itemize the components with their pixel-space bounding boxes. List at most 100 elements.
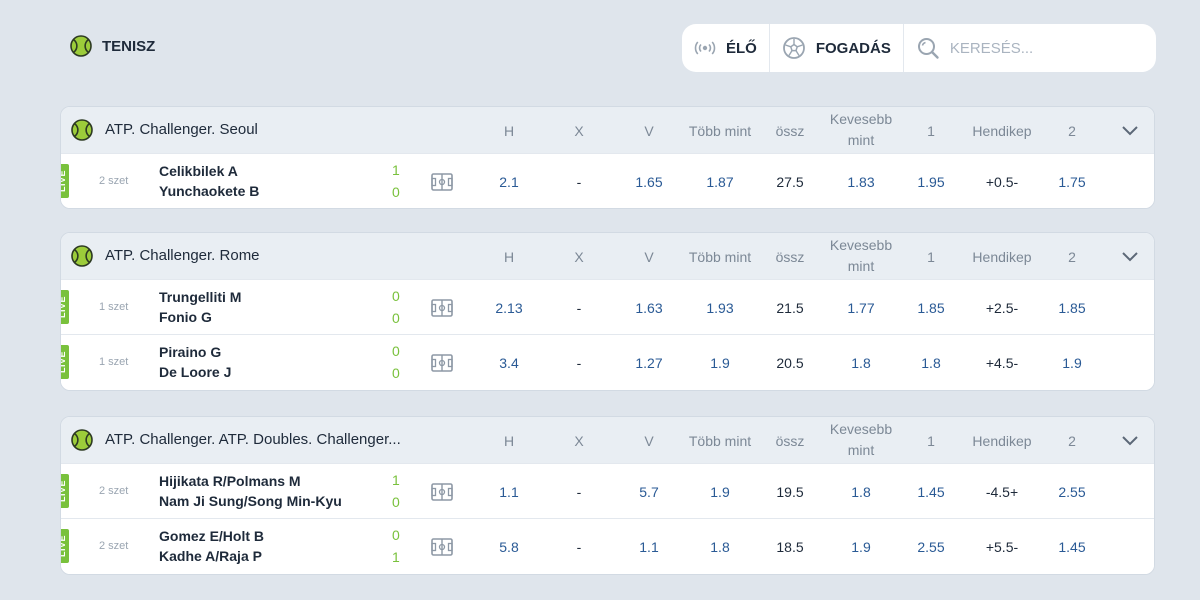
odds-cell[interactable]: 1.8: [685, 539, 755, 555]
column-header: X: [574, 433, 584, 449]
odds-cell[interactable]: 1.85: [1037, 300, 1107, 316]
team-name[interactable]: Gomez E/Holt B: [159, 528, 264, 544]
league-header[interactable]: ATP. Challenger. ATP. Doubles. Challenge…: [61, 417, 1154, 463]
odds-cell[interactable]: 5.8: [474, 539, 544, 555]
column-header: V: [644, 433, 654, 449]
bet-button[interactable]: FOGADÁS: [770, 24, 904, 72]
match-row[interactable]: LIVE 2 szet Gomez E/Holt B Kadhe A/Raja P 0 1…: [61, 518, 1154, 574]
field-icon[interactable]: [431, 354, 453, 372]
odds-cell[interactable]: 1.85: [896, 300, 966, 316]
team-name[interactable]: Hijikata R/Polmans M: [159, 473, 301, 489]
column-header: H: [503, 249, 515, 265]
odds-cell[interactable]: 1.8: [896, 355, 966, 371]
match-row[interactable]: LIVE 2 szet Hijikata R/Polmans M Nam Ji Sun…: [61, 463, 1154, 518]
odds-cell[interactable]: 1.9: [685, 355, 755, 371]
odds-cell[interactable]: 1.95: [896, 174, 966, 190]
column-header: Kevesebb mint: [829, 421, 893, 458]
odds-cell[interactable]: 2.13: [474, 300, 544, 316]
odds-cell[interactable]: 3.4: [474, 355, 544, 371]
odds-line: -: [576, 355, 582, 371]
search-input[interactable]: [949, 39, 1100, 57]
league-block: ATP. Challenger. Rome H X V Több mint össz Kev…: [60, 232, 1155, 391]
score: 0: [392, 184, 400, 200]
team-name[interactable]: Piraino G: [159, 344, 221, 360]
column-header: Hendikep: [972, 249, 1032, 265]
column-header: össz: [775, 433, 805, 449]
odds-line: 19.5: [776, 484, 804, 500]
chevron-down-icon[interactable]: [1121, 431, 1139, 449]
league-header[interactable]: ATP. Challenger. Seoul H X V Több mint össz Ke…: [61, 107, 1154, 153]
live-badge-label: LIVE: [60, 350, 67, 374]
odds-cell[interactable]: 1.9: [826, 539, 896, 555]
team-name[interactable]: Fonio G: [159, 309, 212, 325]
team-name[interactable]: Kadhe A/Raja P: [159, 548, 262, 564]
match-row[interactable]: LIVE 1 szet Piraino G De Loore J 0 0 3.4-1.27 1…: [61, 334, 1154, 390]
search-box[interactable]: [904, 24, 1156, 72]
odds-cell[interactable]: 1.75: [1037, 174, 1107, 190]
odds-cell[interactable]: 2.55: [896, 539, 966, 555]
column-header: 1: [927, 433, 935, 449]
column-header: X: [574, 123, 584, 139]
set-indicator: 1 szet: [99, 301, 129, 313]
field-icon[interactable]: [431, 483, 453, 501]
odds-line: -: [576, 174, 582, 190]
field-icon[interactable]: [431, 299, 453, 317]
chevron-down-icon[interactable]: [1121, 121, 1139, 139]
column-header: V: [644, 123, 654, 139]
team-name[interactable]: Nam Ji Sung/Song Min-Kyu: [159, 493, 342, 509]
tennis-ball-icon: [71, 245, 93, 267]
odds-line: +0.5-: [985, 174, 1019, 190]
column-header: Kevesebb mint: [829, 111, 893, 148]
header-controls: ÉLŐ FOGADÁS: [682, 24, 1156, 72]
odds-cell[interactable]: 1.9: [685, 484, 755, 500]
odds-line: -: [576, 539, 582, 555]
odds-cell[interactable]: 1.9: [1037, 355, 1107, 371]
odds-cell[interactable]: 1.93: [685, 300, 755, 316]
top-bar: TENISZ ÉLŐ FOGADÁS: [60, 22, 1156, 72]
league-header[interactable]: ATP. Challenger. Rome H X V Több mint össz Kev…: [61, 233, 1154, 279]
league-name: ATP. Challenger. Seoul: [105, 121, 258, 138]
score: 1: [392, 549, 400, 565]
odds-cell[interactable]: 1.8: [826, 355, 896, 371]
match-row[interactable]: LIVE 2 szet Celikbilek A Yunchaokete B 1 0 2.1…: [61, 153, 1154, 208]
team-name[interactable]: Yunchaokete B: [159, 183, 259, 199]
odds-cell[interactable]: 1.65: [614, 174, 684, 190]
team-name[interactable]: De Loore J: [159, 364, 231, 380]
live-badge-label: LIVE: [60, 295, 67, 319]
odds-cell[interactable]: 1.45: [1037, 539, 1107, 555]
field-icon[interactable]: [431, 173, 453, 191]
odds-cell[interactable]: 1.77: [826, 300, 896, 316]
column-header: 2: [1068, 123, 1076, 139]
live-badge-label: LIVE: [60, 169, 67, 193]
odds-cell[interactable]: 1.45: [896, 484, 966, 500]
odds-cell[interactable]: 1.1: [614, 539, 684, 555]
soccer-ball-icon: [782, 37, 805, 59]
odds-line: -: [576, 300, 582, 316]
odds-cell[interactable]: 5.7: [614, 484, 684, 500]
live-broadcast-icon: [694, 41, 716, 55]
sport-title[interactable]: TENISZ: [70, 35, 155, 57]
column-header: Hendikep: [972, 123, 1032, 139]
odds-cell[interactable]: 2.55: [1037, 484, 1107, 500]
chevron-down-icon[interactable]: [1121, 247, 1139, 265]
match-row[interactable]: LIVE 1 szet Trungelliti M Fonio G 0 0 2.13 - 1.6…: [61, 279, 1154, 334]
odds-cell[interactable]: 2.1: [474, 174, 544, 190]
odds-cell[interactable]: 1.1: [474, 484, 544, 500]
odds-cell[interactable]: 1.83: [826, 174, 896, 190]
set-indicator: 2 szet: [99, 485, 129, 497]
team-name[interactable]: Celikbilek A: [159, 163, 238, 179]
team-name[interactable]: Trungelliti M: [159, 289, 241, 305]
odds-cell[interactable]: 1.87: [685, 174, 755, 190]
column-header: V: [644, 249, 654, 265]
odds-cell[interactable]: 1.63: [614, 300, 684, 316]
column-header: Hendikep: [972, 433, 1032, 449]
score: 1: [392, 472, 400, 488]
column-header: össz: [775, 123, 805, 139]
live-badge-label: LIVE: [60, 479, 67, 503]
column-header: H: [503, 123, 515, 139]
odds-cell[interactable]: 1.8: [826, 484, 896, 500]
tennis-ball-icon: [70, 35, 92, 57]
field-icon[interactable]: [431, 538, 453, 556]
live-button[interactable]: ÉLŐ: [682, 24, 770, 72]
odds-cell[interactable]: 1.27: [614, 355, 684, 371]
